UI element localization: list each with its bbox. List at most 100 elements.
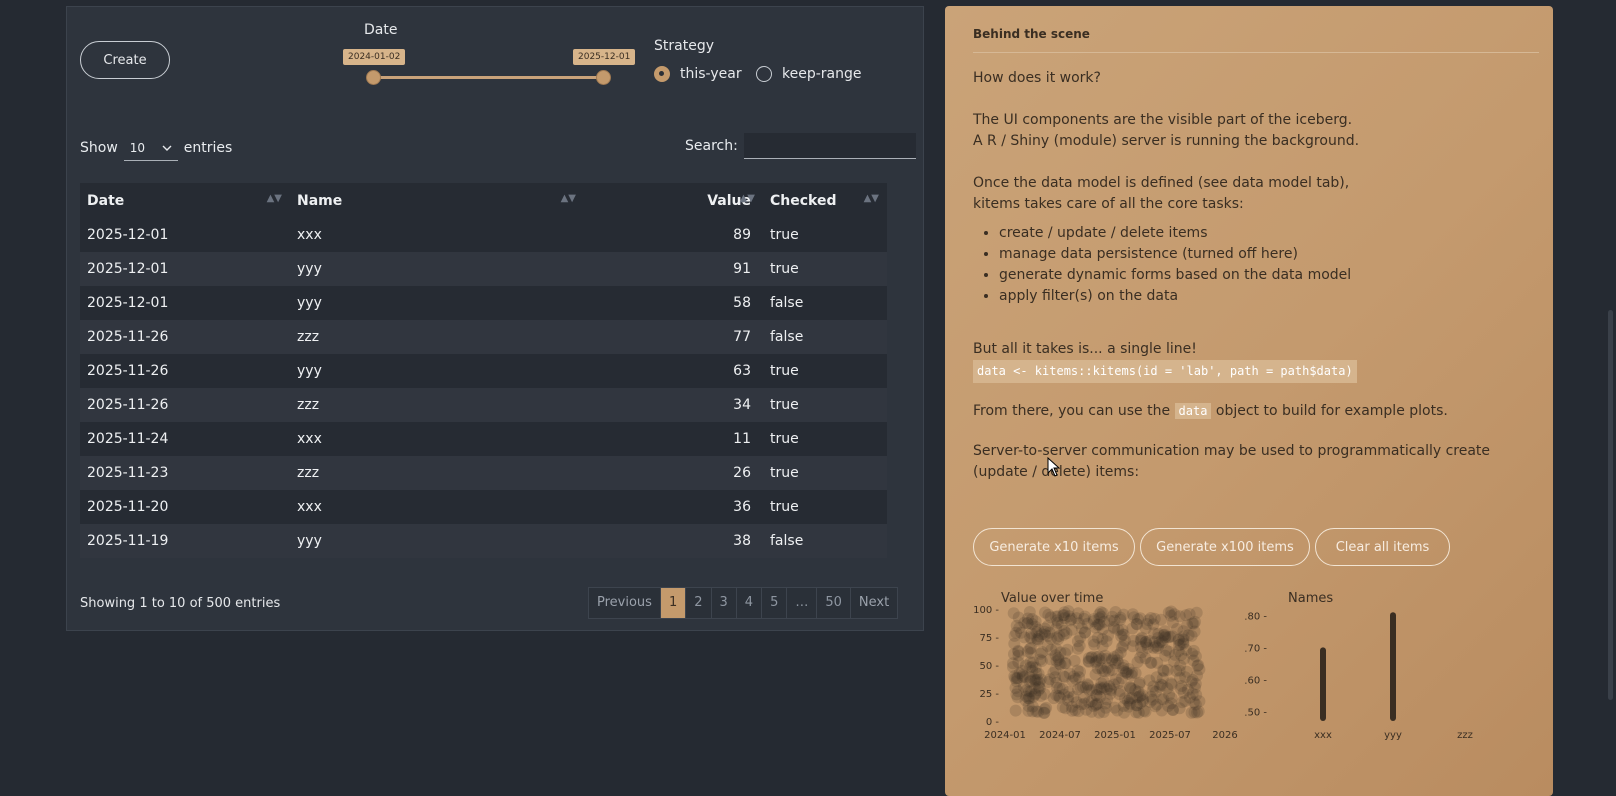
table-row[interactable]: 2025-11-19 yyy 38 false [80,524,887,558]
page-2[interactable]: 2 [685,587,712,619]
cell-name: yyy [290,524,584,558]
scatter-point [1010,672,1023,685]
page-previous[interactable]: Previous [588,587,661,619]
scatter-point [1174,659,1187,672]
cell-name: zzz [290,456,584,490]
table-row[interactable]: 2025-11-20 xxx 36 true [80,490,887,524]
strategy-option-this-year[interactable]: this-year [654,66,742,82]
table-row[interactable]: 2025-11-24 xxx 11 true [80,422,887,456]
scatter-point [1054,646,1067,659]
page-4[interactable]: 4 [735,587,763,619]
table-row[interactable]: 2025-11-26 zzz 77 false [80,320,887,354]
date-max-tag: 2025-12-01 [573,49,636,65]
page-5[interactable]: 5 [761,587,788,619]
generate-10-button[interactable]: Generate x10 items [973,528,1135,566]
cell-name: xxx [290,422,584,456]
cell-value: 34 [584,388,763,422]
column-header-date[interactable]: Date ▲▼ [80,183,290,218]
scatter-point [1103,680,1116,693]
page-length-value: 10 [129,140,146,155]
page-length-control: Show 10 entries [80,135,232,161]
y-tick-label: 25 - [979,689,999,700]
clear-all-button[interactable]: Clear all items [1315,528,1450,566]
x-tick-label: 2026 [1212,730,1237,741]
scatter-point [1182,629,1195,642]
cell-checked: true [763,252,887,286]
table-row[interactable]: 2025-12-01 yyy 58 false [80,286,887,320]
radio-checked-icon[interactable] [654,66,670,82]
mouse-cursor-icon [1047,457,1061,477]
paragraph-line: A R / Shiny (module) server is running t… [973,133,1360,149]
scatter-point [1074,665,1086,678]
chevron-down-icon [162,145,172,151]
scatter-point [1159,649,1172,662]
paragraph-line: Once the data model is defined (see data… [973,175,1350,191]
scatter-point [1128,611,1140,624]
page-ellipsis: … [786,587,818,619]
list-item: apply filter(s) on the data [999,286,1533,307]
cell-name: yyy [290,286,584,320]
table-row[interactable]: 2025-11-23 zzz 26 true [80,456,887,490]
x-tick-label: 2025-07 [1149,730,1191,741]
cell-checked: true [763,490,887,524]
create-button[interactable]: Create [80,41,170,79]
page-next[interactable]: Next [849,587,899,619]
page-3[interactable]: 3 [710,587,737,619]
y-tick-label: 170 - [1245,643,1267,654]
show-label: Show [80,140,118,156]
date-max-handle[interactable] [596,70,611,85]
table-row[interactable]: 2025-11-26 zzz 34 true [80,388,887,422]
scatter-point [1172,645,1185,657]
x-tick-label: 2024-01 [984,730,1026,741]
names-bar-chart: 150 - 160 - 170 - 180 - xxx yyy zzz [1245,611,1473,741]
cell-value: 63 [584,354,763,388]
x-tick-label: xxx [1314,730,1332,741]
scatter-point [1058,688,1071,701]
scatter-point [1152,627,1165,640]
column-header-checked[interactable]: Checked ▲▼ [763,183,887,218]
radio-unchecked-icon[interactable] [756,66,772,82]
cell-value: 26 [584,456,763,490]
strategy-option-keep-range[interactable]: keep-range [756,66,861,82]
scatter-point [1101,693,1114,706]
scatter-point [1029,687,1042,700]
column-header-name[interactable]: Name ▲▼ [290,183,584,218]
scatter-point [1096,640,1109,653]
scatter-point [1082,652,1095,665]
strategy-option-label: keep-range [782,66,862,82]
table-row[interactable]: 2025-11-26 yyy 63 true [80,354,887,388]
paragraph-line: But all it takes is... a single line! [973,341,1197,357]
table-row[interactable]: 2025-12-01 yyy 91 true [80,252,887,286]
date-min-handle[interactable] [366,70,381,85]
scatter-point [1186,647,1198,660]
scatter-point [1085,705,1098,718]
scatter-point [1161,663,1174,676]
scatter-point [1134,633,1147,646]
scatter-point [1075,622,1088,635]
page-length-select[interactable]: 10 [123,135,178,161]
scatter-point [1058,624,1071,637]
cell-value: 38 [584,524,763,558]
scatter-point [1179,609,1192,622]
date-slider-track[interactable] [372,76,608,79]
cell-name: yyy [290,252,584,286]
column-header-value[interactable]: Value ▲▼ [584,183,763,218]
page-1[interactable]: 1 [659,587,687,619]
paragraph-line: kitems takes care of all the core tasks: [973,196,1244,212]
strategy-label: Strategy [654,38,714,54]
page-scrollbar[interactable] [1608,310,1613,700]
scatter-point [1024,631,1037,644]
scatter-point [1144,695,1157,708]
cell-value: 58 [584,286,763,320]
card-title: Behind the scene [973,27,1090,41]
scatter-point [1008,648,1020,661]
table-row[interactable]: 2025-12-01 xxx 89 true [80,218,887,252]
cell-name: xxx [290,218,584,252]
inline-code: data [1174,403,1212,419]
search-input[interactable] [743,133,916,159]
scatter-point [1019,659,1032,672]
feature-list: create / update / delete items manage da… [973,223,1533,307]
list-item: create / update / delete items [999,223,1533,244]
page-50[interactable]: 50 [816,587,851,619]
generate-100-button[interactable]: Generate x100 items [1140,528,1310,566]
